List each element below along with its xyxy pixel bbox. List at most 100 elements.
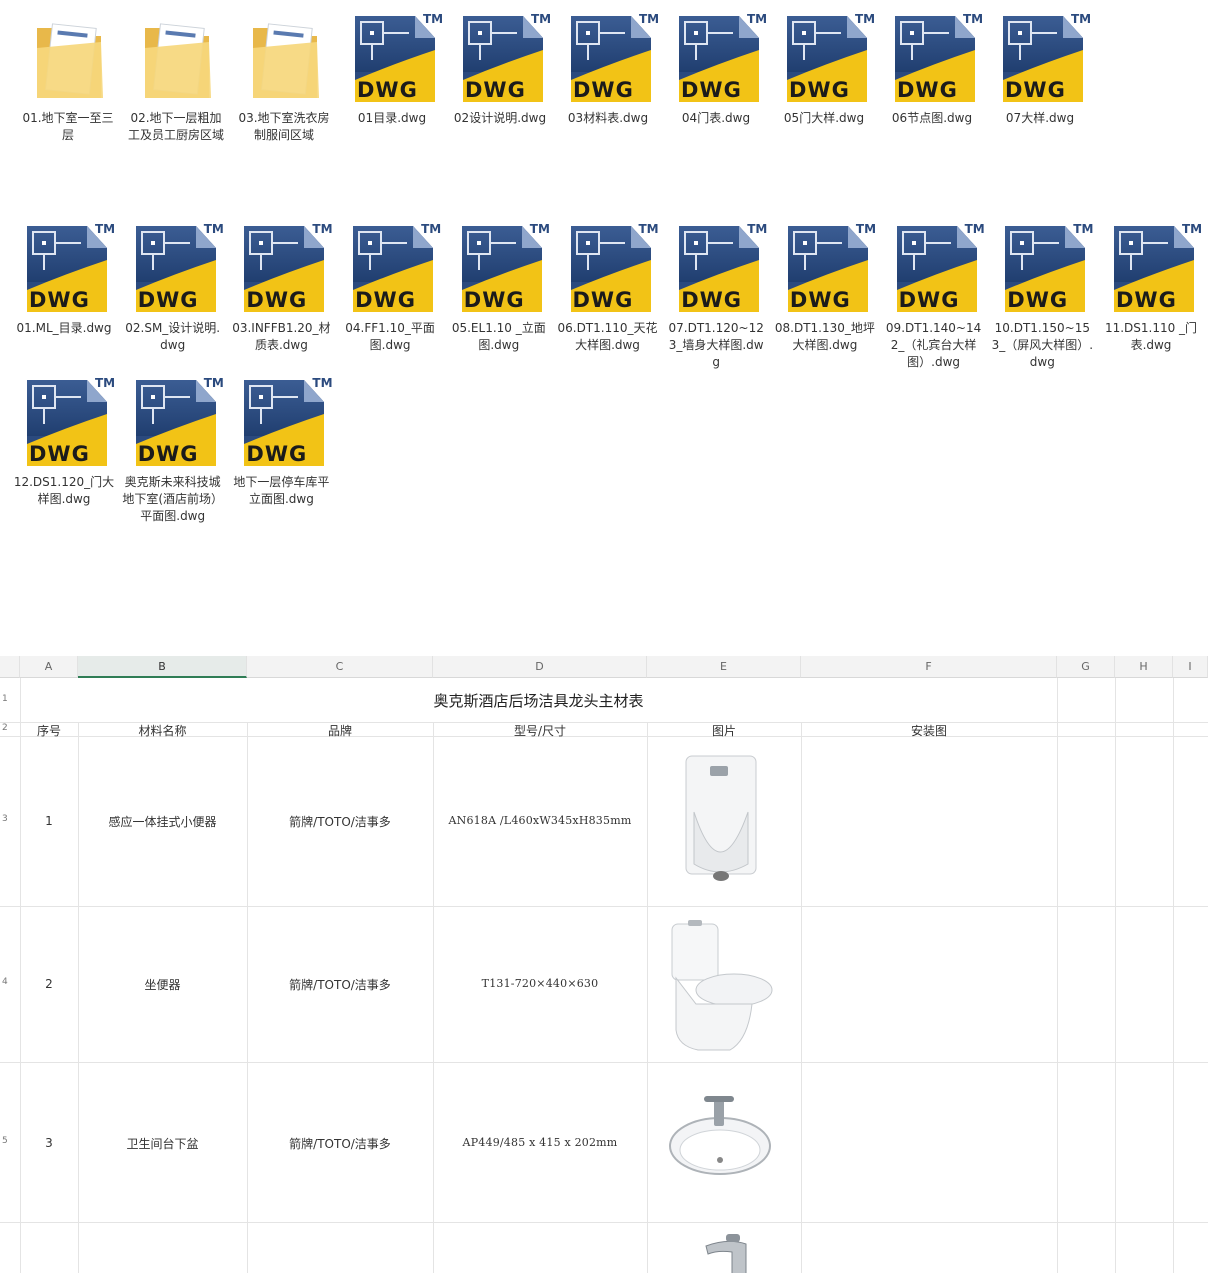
dwg-file-item[interactable]: DWG TM 08.DT1.130_地坪大样图.dwg: [770, 214, 880, 384]
file-name: 11.DS1.110 _门表.dwg: [1104, 321, 1198, 352]
row-number-2[interactable]: 2: [0, 723, 18, 733]
row1-brand[interactable]: 箭牌/TOTO/洁事多: [247, 813, 433, 830]
column-header-i[interactable]: I: [1173, 656, 1208, 678]
column-header-b[interactable]: B: [78, 656, 247, 678]
dwg-file-item[interactable]: DWG TM 03材料表.dwg: [553, 4, 663, 174]
row2-brand[interactable]: 箭牌/TOTO/洁事多: [247, 976, 433, 993]
file-name: 08.DT1.130_地坪大样图.dwg: [774, 321, 875, 352]
corner-cell[interactable]: [0, 656, 20, 678]
dwg-file-icon: DWG TM: [134, 376, 224, 473]
dwg-file-item[interactable]: DWG TM 03.INFFB1.20_材质表.dwg: [226, 214, 336, 384]
dwg-file-item[interactable]: DWG TM 01目录.dwg: [337, 4, 447, 174]
dwg-file-item[interactable]: DWG TM 06.DT1.110_天花大样图.dwg: [553, 214, 663, 384]
column-header-c[interactable]: C: [247, 656, 433, 678]
row3-model[interactable]: AP449/485 x 415 x 202mm: [433, 1136, 647, 1149]
grid-line: [78, 722, 79, 1273]
row3-name[interactable]: 卫生间台下盆: [78, 1135, 247, 1152]
dwg-file-item[interactable]: DWG TM 07.DT1.120~123_墙身大样图.dwg: [661, 214, 771, 384]
dwg-file-item[interactable]: DWG TM 04.FF1.10_平面图.dwg: [335, 214, 445, 384]
row-number-1[interactable]: 1: [0, 694, 18, 704]
grid-line: [0, 1222, 1208, 1223]
row1-name[interactable]: 感应一体挂式小便器: [78, 813, 247, 830]
sheet-title[interactable]: 奥克斯酒店后场洁具龙头主材表: [20, 690, 1057, 711]
dwg-file-item[interactable]: DWG TM 05门大样.dwg: [769, 4, 879, 174]
row-number-3[interactable]: 3: [0, 814, 18, 824]
dwg-file-item[interactable]: DWG TM 02.SM_设计说明.dwg: [118, 214, 228, 384]
trademark-label: TM: [964, 222, 985, 236]
trademark-label: TM: [747, 222, 768, 236]
dwg-file-item[interactable]: DWG TM 11.DS1.110 _门表.dwg: [1096, 214, 1206, 384]
column-header-f[interactable]: F: [801, 656, 1057, 678]
dwg-icon-label: DWG: [573, 78, 634, 102]
header-material-name[interactable]: 材料名称: [78, 722, 247, 739]
dwg-icon-label: DWG: [1005, 78, 1066, 102]
header-brand[interactable]: 品牌: [247, 722, 433, 739]
trademark-label: TM: [638, 222, 659, 236]
trademark-label: TM: [312, 376, 333, 390]
dwg-file-icon: DWG TM: [785, 12, 875, 109]
folder-item[interactable]: 03.地下室洗衣房制服间区域: [229, 4, 339, 174]
dwg-file-icon: DWG TM: [134, 222, 224, 319]
trademark-label: TM: [203, 376, 224, 390]
folder-icon: [251, 18, 321, 104]
dwg-file-icon: DWG TM: [1112, 222, 1202, 319]
file-name: 04.FF1.10_平面图.dwg: [345, 321, 435, 352]
dwg-file-icon: DWG TM: [895, 222, 985, 319]
row-number-4[interactable]: 4: [0, 977, 18, 987]
basin-image[interactable]: [666, 1092, 776, 1180]
row3-brand[interactable]: 箭牌/TOTO/洁事多: [247, 1135, 433, 1152]
dwg-icon-label: DWG: [29, 442, 90, 466]
file-name: 01.ML_目录.dwg: [16, 321, 112, 335]
file-name: 02设计说明.dwg: [453, 111, 547, 125]
row-number-5[interactable]: 5: [0, 1136, 18, 1146]
row1-seq[interactable]: 1: [20, 814, 78, 828]
folder-item[interactable]: 02.地下一层粗加工及员工厨房区域: [121, 4, 231, 174]
trademark-label: TM: [855, 222, 877, 236]
header-model[interactable]: 型号/尺寸: [433, 722, 647, 739]
column-header-h[interactable]: H: [1115, 656, 1173, 678]
row2-seq[interactable]: 2: [20, 977, 78, 991]
dwg-icon-label: DWG: [246, 288, 308, 312]
dwg-file-item[interactable]: DWG TM 地下一层停车库平立面图.dwg: [226, 368, 336, 538]
header-seq[interactable]: 序号: [20, 722, 78, 739]
faucet-image[interactable]: [698, 1234, 758, 1273]
toilet-image[interactable]: [664, 918, 776, 1058]
dwg-file-icon: DWG TM: [677, 12, 767, 109]
column-header-e[interactable]: E: [647, 656, 801, 678]
dwg-file-item[interactable]: DWG TM 06节点图.dwg: [877, 4, 987, 174]
dwg-file-item[interactable]: DWG TM 07大样.dwg: [985, 4, 1095, 174]
folder-item[interactable]: 01.地下室一至三层: [13, 4, 123, 174]
grid-line: [0, 1062, 1208, 1063]
row2-name[interactable]: 坐便器: [78, 976, 247, 993]
dwg-icon-label: DWG: [137, 288, 199, 312]
header-image[interactable]: 图片: [647, 722, 801, 739]
dwg-file-item[interactable]: DWG TM 01.ML_目录.dwg: [9, 214, 119, 384]
row3-seq[interactable]: 3: [20, 1136, 78, 1150]
folder-icon: [35, 18, 105, 104]
file-name: 02.地下一层粗加工及员工厨房区域: [127, 111, 224, 142]
file-name: 04门表.dwg: [681, 111, 751, 125]
dwg-file-item[interactable]: DWG TM 05.EL1.10 _立面图.dwg: [444, 214, 554, 384]
trademark-label: TM: [1073, 222, 1094, 236]
row1-model[interactable]: AN618A /L460xW345xH835mm: [433, 814, 647, 827]
dwg-file-icon: DWG TM: [242, 376, 333, 473]
dwg-file-icon: DWG TM: [677, 222, 767, 319]
dwg-file-item[interactable]: DWG TM 奥克斯未来科技城地下室(酒店前场）平面图.dwg: [118, 368, 228, 538]
file-name: 06节点图.dwg: [891, 111, 973, 125]
trademark-label: TM: [529, 222, 550, 236]
dwg-file-item[interactable]: DWG TM 09.DT1.140~142_（礼宾台大样图）.dwg: [879, 214, 989, 384]
file-name: 05.EL1.10 _立面图.dwg: [451, 321, 546, 352]
urinal-image[interactable]: [680, 752, 766, 886]
column-header-g[interactable]: G: [1057, 656, 1115, 678]
column-header-d[interactable]: D: [433, 656, 647, 678]
header-install[interactable]: 安装图: [801, 722, 1057, 739]
trademark-label: TM: [1182, 222, 1203, 236]
dwg-file-icon: DWG TM: [786, 222, 876, 319]
dwg-file-item[interactable]: DWG TM 02设计说明.dwg: [445, 4, 555, 174]
dwg-file-item[interactable]: DWG TM 04门表.dwg: [661, 4, 771, 174]
column-header-a[interactable]: A: [20, 656, 78, 678]
dwg-file-item[interactable]: DWG TM 12.DS1.120_门大样图.dwg: [9, 368, 119, 538]
dwg-file-item[interactable]: DWG TM 10.DT1.150~153_（屏风大样图）.dwg: [987, 214, 1097, 384]
dwg-icon-label: DWG: [572, 288, 634, 312]
row2-model[interactable]: T131-720×440×630: [433, 977, 647, 990]
